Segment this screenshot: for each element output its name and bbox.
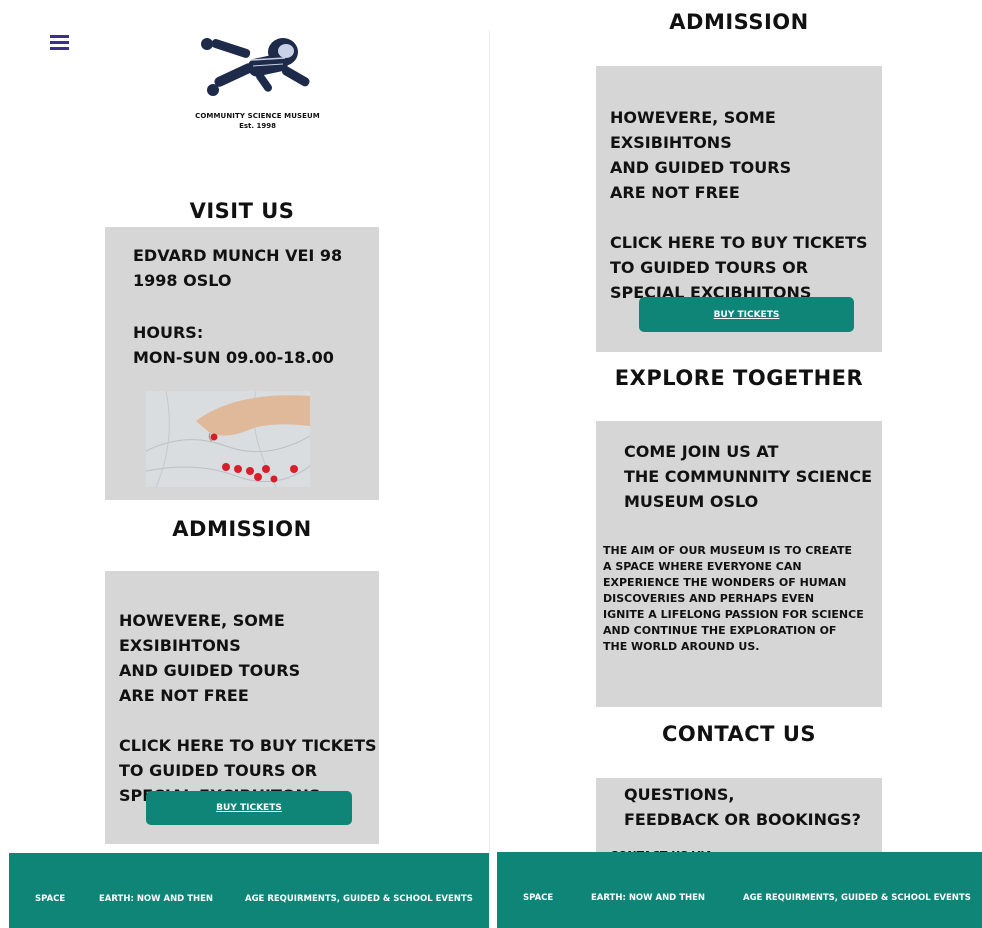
footer-nav-scrolled: Space Earth: Now and Then Age Requirment… — [497, 852, 982, 928]
admission-title-scrolled: Admission — [669, 10, 809, 34]
buy-tickets-label-scrolled: Buy Tickets — [713, 309, 780, 320]
visit-address: EDVARD MUNCH VEI 98 1998 OSLO — [133, 246, 343, 290]
astronaut-logo-icon — [200, 38, 310, 96]
admission-title: Admission — [172, 517, 312, 541]
contact-box: QUESTIONS, FEEDBACK OR BOOKINGS? CONTACT… — [596, 778, 882, 862]
contact-us-title: Contact Us — [661, 722, 816, 746]
hand-map-pins-image — [146, 391, 310, 487]
hamburger-menu-icon[interactable] — [50, 35, 69, 55]
admission-text: HOWEVERE, SOME EXSIBIHTONS AND GUIDED TO… — [119, 611, 377, 805]
footer-link-space-scrolled[interactable]: Space — [523, 893, 553, 903]
footer-link-space[interactable]: Space — [35, 894, 65, 904]
footer-link-age-requirements-scrolled[interactable]: Age Requirments, Guided & School Events — [743, 893, 971, 903]
admission-text-scrolled: HOWEVERE, SOME EXSIBIHTONS AND GUIDED TO… — [610, 108, 868, 302]
logo-museum-name: Community Science Museum — [195, 112, 320, 120]
visit-photo — [146, 391, 310, 487]
footer-link-age-requirements[interactable]: Age Requirments, Guided & School Events — [245, 894, 473, 904]
footer-nav: Space Earth: Now and Then Age Requirment… — [9, 853, 489, 928]
visit-us-title: Visit Us — [189, 199, 295, 223]
explore-together-title: Explore Together — [614, 366, 864, 390]
logo-established: Est. 1998 — [239, 122, 276, 130]
buy-tickets-button[interactable]: Buy Tickets — [146, 791, 352, 825]
footer-link-earth[interactable]: Earth: Now and Then — [99, 894, 213, 904]
mobile-view-scrolled: Admission HOWEVERE, SOME EXSIBIHTONS AND… — [490, 0, 982, 928]
buy-tickets-label: Buy Tickets — [216, 803, 282, 813]
explore-heading: COME JOIN US AT THE COMMUNNITY SCIENCE M… — [624, 442, 872, 511]
museum-logo[interactable]: Community Science Museum Est. 1998 — [190, 30, 325, 140]
buy-tickets-button-scrolled[interactable]: Buy Tickets — [639, 297, 854, 332]
visit-hours: Hours: MON-SUN 09.00-18.00 — [133, 323, 334, 367]
footer-link-earth-scrolled[interactable]: Earth: Now and Then — [591, 893, 705, 903]
contact-heading: QUESTIONS, FEEDBACK OR BOOKINGS? — [624, 785, 861, 829]
mobile-view-top: Community Science Museum Est. 1998 Visit… — [0, 0, 490, 928]
explore-body: THE AIM OF OUR MUSEUM IS TO CREATE A SPA… — [603, 544, 864, 653]
